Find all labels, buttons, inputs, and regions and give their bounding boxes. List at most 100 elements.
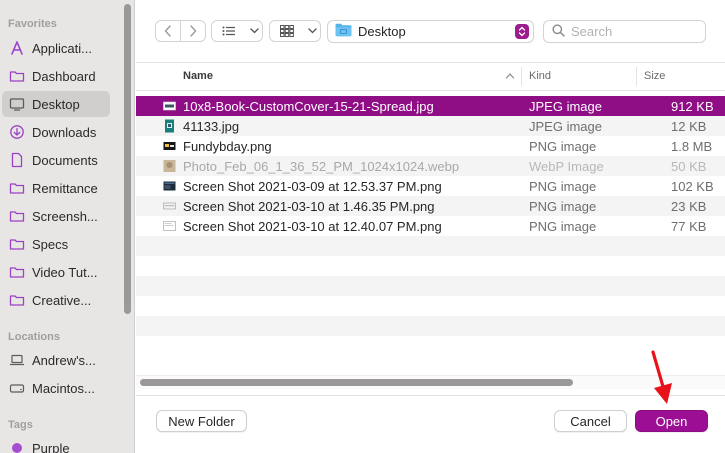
disk-icon (9, 380, 25, 396)
file-row[interactable]: 10x8-Book-CustomCover-15-21-Spread.jpg J… (136, 96, 725, 116)
folder-icon (9, 208, 25, 224)
file-size: 77 KB (671, 218, 707, 234)
file-name: Screen Shot 2021-03-10 at 12.40.07 PM.pn… (183, 218, 442, 234)
sidebar-item-downloads[interactable]: Downloads (2, 119, 110, 145)
new-folder-button[interactable]: New Folder (156, 410, 247, 432)
search-icon (552, 23, 565, 40)
empty-row (136, 236, 725, 256)
column-name[interactable]: Name (183, 70, 213, 82)
sidebar-item-desktop[interactable]: Desktop (2, 91, 110, 117)
folder-icon (9, 180, 25, 196)
sidebar-item-screenshots[interactable]: Screensh... (2, 203, 110, 229)
location-popup[interactable]: Desktop (327, 20, 534, 43)
file-kind: PNG image (529, 178, 597, 194)
cancel-button[interactable]: Cancel (554, 410, 627, 432)
sidebar-scrollbar[interactable] (124, 4, 131, 314)
forward-button[interactable] (181, 21, 206, 41)
sidebar-item-dashboard[interactable]: Dashboard (2, 63, 110, 89)
updown-stepper-icon (515, 24, 529, 39)
empty-row (136, 296, 725, 316)
folder-icon (9, 68, 25, 84)
sidebar-item-label: Purple (32, 440, 70, 453)
sidebar-item-andrews-computer[interactable]: Andrew's... (2, 347, 110, 373)
sidebar-item-label: Applicati... (32, 40, 92, 56)
file-size: 23 KB (671, 198, 707, 214)
column-divider[interactable] (521, 67, 522, 86)
file-name: 10x8-Book-CustomCover-15-21-Spread.jpg (183, 98, 434, 114)
sidebar-item-remittance[interactable]: Remittance (2, 175, 110, 201)
file-row[interactable]: 41133.jpg JPEG image 12 KB (136, 116, 725, 136)
sidebar-item-documents[interactable]: Documents (2, 147, 110, 173)
chevron-down-icon (246, 21, 262, 41)
locations-section-title: Locations (8, 331, 60, 343)
file-name: 41133.jpg (183, 118, 240, 134)
file-size: 50 KB (671, 158, 707, 174)
sidebar-item-video-tutorials[interactable]: Video Tut... (2, 259, 110, 285)
red-arrow-annotation-icon (651, 350, 672, 404)
navigation-buttons (155, 20, 206, 42)
favorites-section-title: Favorites (8, 18, 57, 30)
file-name: Screen Shot 2021-03-09 at 12.53.37 PM.pn… (183, 178, 442, 194)
sidebar-item-label: Andrew's... (32, 352, 96, 368)
search-input[interactable] (571, 24, 701, 39)
list-view-icon (212, 21, 246, 41)
sidebar-item-applications[interactable]: Applicati... (2, 35, 110, 61)
file-row[interactable]: Screen Shot 2021-03-10 at 1.46.35 PM.png… (136, 196, 725, 216)
sidebar-item-label: Remittance (32, 180, 98, 196)
list-view-menu[interactable] (211, 20, 263, 42)
file-size: 12 KB (671, 118, 707, 134)
screenshot-thumb-icon (163, 221, 176, 231)
sidebar-item-label: Specs (32, 236, 69, 252)
sidebar-item-macintosh-hd[interactable]: Macintos... (2, 375, 110, 401)
sidebar-item-label: Dashboard (32, 68, 96, 84)
search-field[interactable] (543, 20, 706, 43)
applications-icon (9, 40, 25, 56)
file-row[interactable]: Photo_Feb_06_1_36_52_PM_1024x1024.webp W… (136, 156, 725, 176)
file-kind: JPEG image (529, 98, 602, 114)
sidebar-item-label: Desktop (32, 96, 80, 112)
sidebar-item-label: Macintos... (32, 380, 95, 396)
open-button[interactable]: Open (635, 410, 708, 432)
chevron-right-icon (190, 25, 197, 37)
downloads-icon (9, 124, 25, 140)
toolbar: Desktop (136, 0, 725, 63)
laptop-icon (9, 352, 25, 368)
column-divider[interactable] (636, 67, 637, 86)
empty-row (136, 256, 725, 276)
image-thumb-icon (163, 142, 176, 150)
sidebar-item-creative[interactable]: Creative... (2, 287, 110, 313)
column-kind[interactable]: Kind (529, 70, 551, 82)
sidebar-item-tag-purple[interactable]: Purple (2, 435, 110, 453)
sidebar-item-label: Creative... (32, 292, 92, 308)
file-row[interactable]: Screen Shot 2021-03-09 at 12.53.37 PM.pn… (136, 176, 725, 196)
image-thumb-icon (165, 119, 174, 133)
file-kind: JPEG image (529, 118, 602, 134)
bottom-bar: New Folder Cancel Open (136, 395, 725, 453)
file-row[interactable]: Fundybday.png PNG image 1.8 MB (136, 136, 725, 156)
column-size[interactable]: Size (644, 70, 665, 82)
sidebar: Favorites Applicati... Dashboard Desktop… (0, 0, 135, 453)
sidebar-item-label: Downloads (32, 124, 97, 140)
empty-row (136, 336, 725, 356)
chevron-left-icon (164, 25, 171, 37)
empty-row (136, 316, 725, 336)
folder-icon (9, 292, 25, 308)
sidebar-item-specs[interactable]: Specs (2, 231, 110, 257)
sort-ascending-icon (505, 73, 515, 79)
desktop-folder-icon (335, 23, 352, 40)
grid-view-icon (270, 21, 304, 41)
group-view-menu[interactable] (269, 20, 321, 42)
back-button[interactable] (156, 21, 180, 41)
sidebar-item-label: Documents (32, 152, 98, 168)
file-name: Photo_Feb_06_1_36_52_PM_1024x1024.webp (183, 158, 460, 174)
horizontal-scrollbar[interactable] (140, 379, 573, 386)
file-name: Fundybday.png (183, 138, 272, 154)
empty-row (136, 276, 725, 296)
file-row[interactable]: Screen Shot 2021-03-10 at 12.40.07 PM.pn… (136, 216, 725, 236)
image-thumb-icon (163, 160, 176, 172)
screenshot-thumb-icon (163, 202, 176, 210)
tags-section-title: Tags (8, 419, 33, 431)
spread-thumb-icon (163, 101, 176, 111)
file-kind: WebP Image (529, 158, 604, 174)
file-size: 102 KB (671, 178, 714, 194)
